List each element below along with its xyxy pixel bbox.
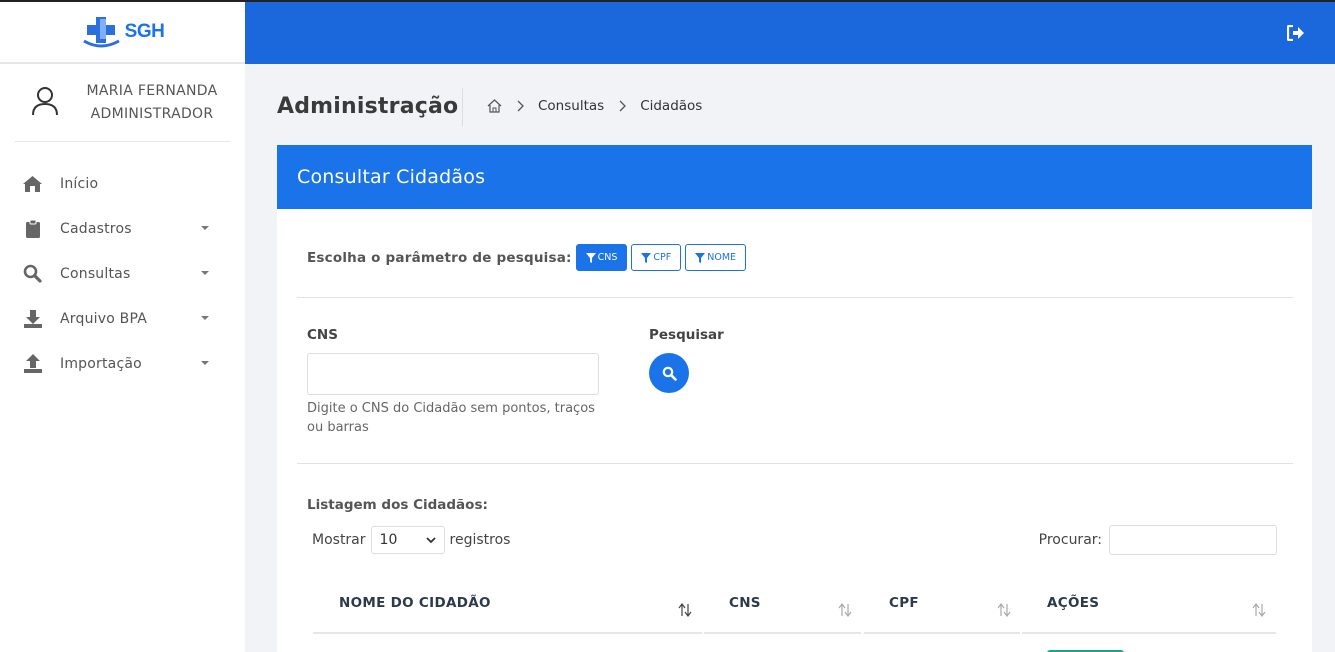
filter-icon — [641, 252, 652, 263]
page-length-select[interactable]: 10 — [370, 526, 445, 554]
clipboard-icon — [22, 218, 43, 239]
search-icon — [662, 366, 677, 381]
column-label: NOME DO CIDADÃO — [339, 595, 491, 611]
column-header-cns[interactable]: CNS — [704, 577, 861, 634]
cns-input[interactable] — [307, 353, 599, 395]
consult-card: Consultar Cidadãos Escolha o parâmetro d… — [277, 145, 1312, 652]
breadcrumb-cidadaos: Cidadãos — [640, 98, 703, 114]
caret-down-icon — [201, 361, 209, 365]
sidebar-item-inicio[interactable]: Início — [0, 161, 245, 206]
table-search-input[interactable] — [1109, 525, 1277, 555]
home-icon — [22, 173, 43, 194]
cns-help-text: Digite o CNS do Cidadão sem pontos, traç… — [307, 401, 595, 435]
sidebar-nav: Início Cadastros Consultas Arquivo BPA I… — [0, 161, 245, 386]
breadcrumb-consultas[interactable]: Consultas — [538, 98, 604, 114]
logo-area: SGH — [0, 2, 245, 64]
user-panel: MARIA FERNANDA ADMINISTRADOR — [15, 64, 230, 142]
user-role: ADMINISTRADOR — [90, 106, 214, 122]
search-icon — [22, 263, 43, 284]
cns-field-label: CNS — [307, 327, 338, 343]
user-name: MARIA FERNANDA — [86, 83, 218, 99]
top-bar — [245, 2, 1335, 64]
card-header: Consultar Cidadãos — [277, 145, 1312, 209]
home-outline-icon[interactable] — [487, 99, 502, 113]
breadcrumb: Consultas Cidadãos — [487, 98, 702, 114]
page-length-control: Mostrar 10 registros — [312, 526, 510, 554]
sidebar-item-label: Início — [60, 175, 99, 192]
sidebar: SGH MARIA FERNANDA ADMINISTRADOR Início … — [0, 2, 245, 652]
download-icon — [22, 308, 43, 329]
column-label: CPF — [889, 595, 919, 611]
sidebar-item-consultas[interactable]: Consultas — [0, 251, 245, 296]
filter-cpf-label: CPF — [653, 252, 672, 263]
sort-icon — [1252, 603, 1266, 617]
sidebar-item-label: Arquivo BPA — [60, 310, 147, 327]
sidebar-item-label: Consultas — [60, 265, 131, 282]
search-button[interactable] — [649, 353, 689, 393]
show-label: Mostrar — [312, 532, 366, 548]
sort-icon — [997, 603, 1011, 617]
caret-down-icon — [201, 316, 209, 320]
chevron-right-icon — [619, 100, 627, 112]
search-label: Pesquisar — [649, 327, 724, 343]
upload-icon — [22, 353, 43, 374]
cross-logo-icon — [82, 17, 120, 48]
caret-down-icon — [201, 271, 209, 275]
filter-nome-button[interactable]: NOME — [685, 244, 747, 271]
filter-nome-label: NOME — [707, 252, 737, 263]
sidebar-item-label: Importação — [60, 355, 142, 372]
column-header-nome[interactable]: NOME DO CIDADÃO — [313, 577, 702, 634]
records-label: registros — [449, 532, 511, 548]
column-header-cpf[interactable]: CPF — [864, 577, 1020, 634]
column-label: CNS — [729, 595, 761, 611]
filter-icon — [695, 252, 706, 263]
divider — [297, 463, 1293, 464]
title-divider — [462, 88, 463, 126]
column-header-acoes[interactable]: AÇÕES — [1022, 577, 1276, 634]
card-title: Consultar Cidadãos — [297, 166, 486, 188]
sidebar-item-label: Cadastros — [60, 220, 132, 237]
chevron-right-icon — [517, 100, 524, 112]
sort-icon — [678, 603, 692, 617]
divider — [297, 297, 1293, 298]
table-search-label: Procurar: — [1038, 532, 1102, 548]
chevron-down-icon — [425, 536, 436, 543]
page-title: Administração — [277, 94, 459, 119]
filter-cns-button[interactable]: CNS — [575, 244, 628, 271]
sidebar-item-cadastros[interactable]: Cadastros — [0, 206, 245, 251]
listing-title: Listagem dos Cidadãos: — [307, 497, 488, 513]
sidebar-item-importacao[interactable]: Importação — [0, 341, 245, 386]
caret-down-icon — [201, 226, 209, 230]
filter-cpf-button[interactable]: CPF — [631, 244, 682, 271]
user-name-block: MARIA FERNANDA ADMINISTRADOR — [77, 80, 227, 126]
table-header: NOME DO CIDADÃO CNS CPF AÇÕES — [313, 577, 1276, 635]
logo-text: SGH — [124, 21, 165, 42]
column-label: AÇÕES — [1047, 595, 1100, 611]
table-search-control: Procurar: — [1039, 525, 1277, 555]
sidebar-item-arquivo-bpa[interactable]: Arquivo BPA — [0, 296, 245, 341]
search-parameter-row: Escolha o parâmetro de pesquisa: CNS CPF… — [307, 244, 750, 271]
user-icon — [32, 87, 58, 116]
sort-icon — [838, 603, 852, 617]
param-label: Escolha o parâmetro de pesquisa: — [307, 249, 572, 266]
page-length-value: 10 — [379, 532, 398, 548]
logout-icon[interactable] — [1286, 24, 1305, 45]
filter-cns-label: CNS — [597, 252, 618, 263]
filter-icon — [585, 252, 596, 263]
app-logo[interactable]: SGH — [81, 15, 165, 49]
